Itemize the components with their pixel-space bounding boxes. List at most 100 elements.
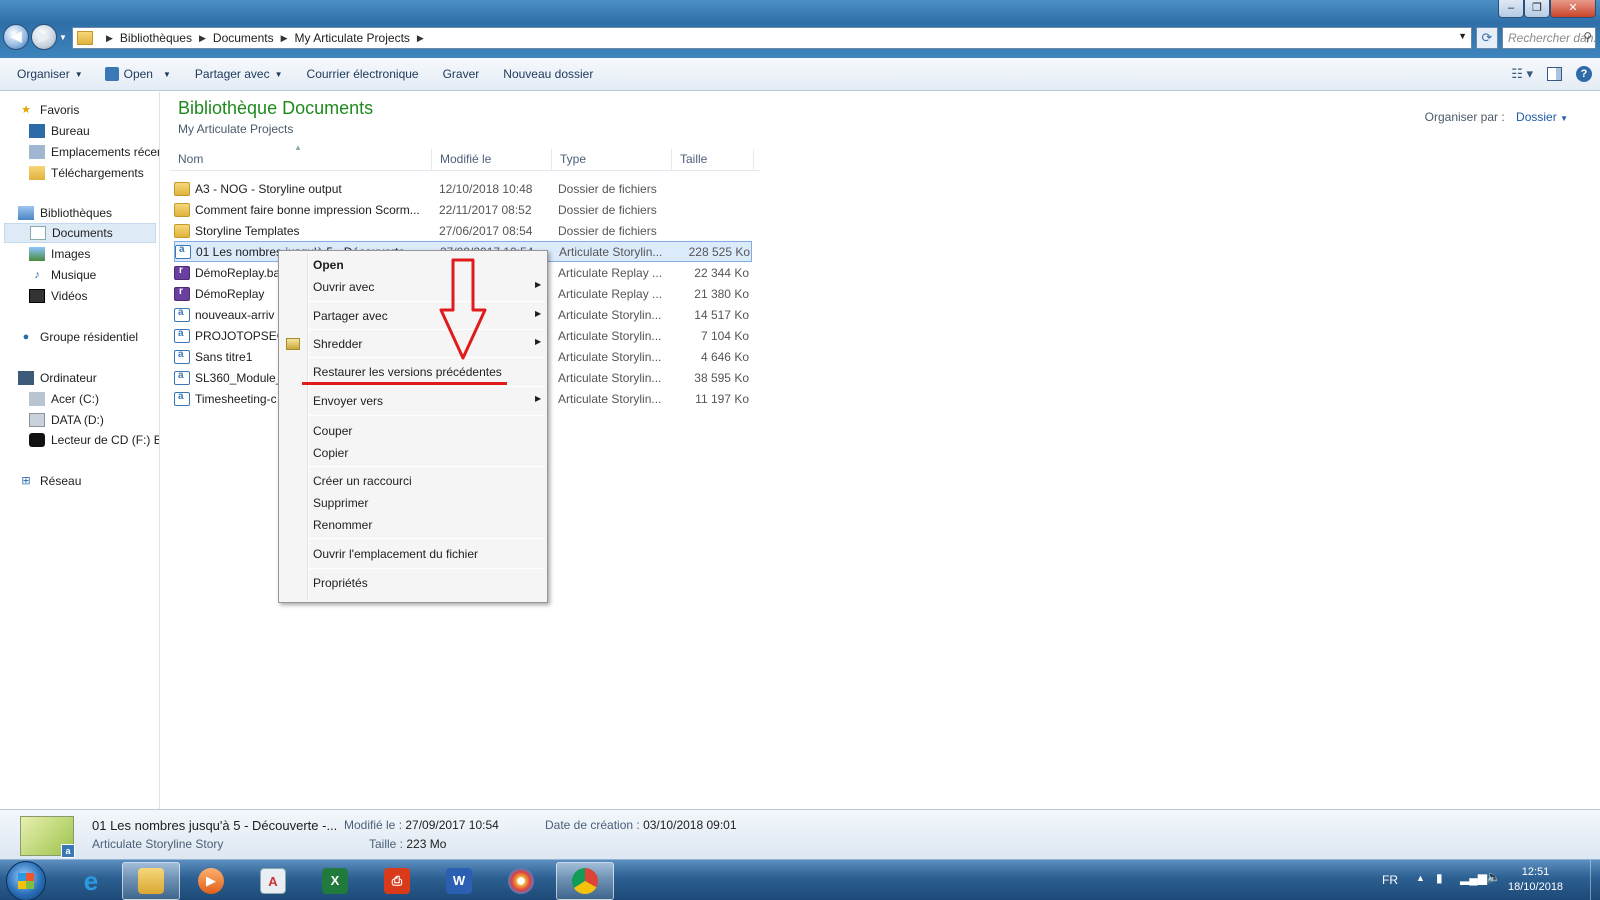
sidebar-item-network[interactable]: ⊞ Réseau (18, 471, 159, 491)
taskbar-excel[interactable]: X (306, 862, 364, 900)
clock[interactable]: 12:51 18/10/2018 (1508, 865, 1563, 895)
sidebar-item-documents[interactable]: Documents (4, 223, 156, 243)
sidebar-item-drive-c[interactable]: Acer (C:) (29, 389, 159, 409)
annotation-underline (302, 382, 507, 385)
table-row[interactable]: Comment faire bonne impression Scorm... 2… (174, 199, 752, 220)
sidebar-item-videos[interactable]: Vidéos (29, 286, 159, 306)
file-type: Articulate Storylin... (558, 391, 662, 406)
volume-icon[interactable]: 🔈 (1486, 870, 1501, 884)
table-row[interactable]: A3 - NOG - Storyline output 12/10/2018 10… (174, 178, 752, 199)
menu-item-open-file-location[interactable]: Ouvrir l'emplacement du fichier (313, 547, 478, 561)
taskbar-chrome[interactable] (556, 862, 614, 900)
breadcrumb-libraries[interactable]: Bibliothèques (120, 31, 192, 45)
submenu-arrow-icon: ▶ (535, 337, 542, 346)
chevron-right-icon[interactable]: ▶ (281, 33, 288, 44)
breadcrumb-documents[interactable]: Documents (213, 31, 274, 45)
table-row[interactable]: Storyline Templates 27/06/2017 08:54 Dossi… (174, 220, 752, 241)
sidebar-item-homegroup[interactable]: ● Groupe résidentiel (18, 327, 159, 347)
recent-pages-icon[interactable]: ▼ (59, 33, 67, 42)
language-indicator[interactable]: FR (1382, 873, 1398, 887)
forward-button[interactable]: ▶ (31, 24, 57, 50)
sidebar-item-images[interactable]: Images (29, 244, 159, 264)
start-button[interactable] (6, 861, 46, 900)
sidebar-item-recent[interactable]: Emplacements récents (29, 142, 159, 162)
menu-item-rename[interactable]: Renommer (313, 518, 372, 532)
breadcrumb-projects[interactable]: My Articulate Projects (295, 31, 410, 45)
close-button[interactable]: ✕ (1550, 0, 1596, 18)
taskbar-media-player[interactable]: ▶ (182, 862, 240, 900)
file-type: Articulate Replay ... (558, 286, 663, 301)
open-button[interactable]: Open ▼ (104, 67, 171, 81)
sidebar-label: Bureau (51, 124, 90, 138)
menu-item-create-shortcut[interactable]: Créer un raccourci (313, 474, 412, 488)
sidebar-item-downloads[interactable]: Téléchargements (29, 163, 159, 183)
taskbar-paint[interactable] (492, 862, 550, 900)
organize-button[interactable]: Organiser ▼ (17, 67, 83, 81)
sidebar-item-libraries[interactable]: Bibliothèques (18, 203, 159, 223)
taskbar-pdf[interactable]: ⎙ (368, 862, 426, 900)
column-size[interactable]: Taille (672, 149, 754, 170)
minimize-button[interactable]: – (1498, 0, 1524, 18)
menu-item-copy[interactable]: Copier (313, 446, 348, 460)
sidebar-item-drive-f[interactable]: Lecteur de CD (F:) BD (29, 430, 159, 450)
maximize-button[interactable]: ❐ (1524, 0, 1550, 18)
sidebar-item-music[interactable]: ♪ Musique (29, 265, 159, 285)
show-desktop-button[interactable] (1590, 860, 1600, 900)
email-button[interactable]: Courrier électronique (307, 67, 419, 81)
taskbar-explorer[interactable] (122, 862, 180, 900)
menu-item-send-to[interactable]: Envoyer vers ▶ (313, 394, 541, 408)
menu-item-shredder[interactable]: Shredder ▶ (313, 337, 541, 351)
menu-item-restore-previous-versions[interactable]: Restaurer les versions précédentes (313, 365, 502, 379)
chevron-right-icon[interactable]: ▶ (199, 33, 206, 44)
view-options-icon[interactable]: ☷ ▾ (1511, 66, 1533, 82)
menu-item-properties[interactable]: Propriétés (313, 576, 368, 590)
share-button[interactable]: Partager avec ▼ (195, 67, 283, 81)
file-type: Dossier de fichiers (558, 202, 657, 217)
sidebar-label: DATA (D:) (51, 413, 104, 427)
file-name: A3 - NOG - Storyline output (195, 181, 342, 196)
sidebar-item-computer[interactable]: Ordinateur (18, 368, 159, 388)
taskbar-ie[interactable]: e (62, 862, 120, 900)
share-label: Partager avec (194, 67, 270, 81)
arrange-dropdown[interactable]: Dossier ▼ (1516, 110, 1568, 124)
menu-separator (309, 386, 545, 387)
file-modified: 12/10/2018 10:48 (439, 181, 533, 196)
taskbar-word[interactable]: W (430, 862, 488, 900)
menu-item-open-with[interactable]: Ouvrir avec ▶ (313, 280, 541, 294)
sidebar-item-desktop[interactable]: Bureau (29, 121, 159, 141)
address-bar[interactable]: ▶ Bibliothèques ▶ Documents ▶ My Articul… (72, 27, 1472, 49)
new-folder-button[interactable]: Nouveau dossier (503, 67, 593, 81)
internet-explorer-icon: e (83, 866, 99, 896)
menu-item-share-with[interactable]: Partager avec ▶ (313, 309, 541, 323)
network-tray-icon[interactable]: ▮ (1436, 871, 1443, 885)
address-dropdown-icon[interactable]: ▼ (1458, 31, 1467, 41)
refresh-button[interactable]: ⟳ (1476, 27, 1498, 49)
file-size: 228 525 Ko (688, 244, 750, 259)
menu-item-open[interactable]: Open (313, 258, 344, 272)
sidebar-item-favorites[interactable]: ★ Favoris (18, 100, 159, 120)
chevron-right-icon[interactable]: ▶ (417, 33, 424, 44)
sidebar-item-drive-d[interactable]: DATA (D:) (29, 410, 159, 430)
images-icon (29, 247, 45, 261)
storyline-file-icon (174, 349, 190, 364)
signal-icon[interactable]: ▂▄▆ (1460, 871, 1487, 885)
burn-button[interactable]: Graver (443, 67, 480, 81)
column-type[interactable]: Type (552, 149, 672, 170)
computer-icon (18, 371, 34, 385)
column-modified[interactable]: Modifié le (432, 149, 552, 170)
menu-item-cut[interactable]: Couper (313, 424, 352, 438)
help-icon[interactable]: ? (1576, 66, 1592, 82)
chevron-down-icon: ▼ (162, 69, 171, 79)
column-name[interactable]: Nom ▲ (170, 143, 432, 170)
storyline-icon (104, 67, 119, 81)
menu-label: Shredder (313, 337, 363, 351)
search-icon[interactable]: ⚲ (1583, 30, 1592, 44)
menu-item-delete[interactable]: Supprimer (313, 496, 368, 510)
tray-expand-icon[interactable]: ▲ (1416, 873, 1425, 883)
chevron-right-icon[interactable]: ▶ (106, 33, 113, 44)
taskbar-articulate[interactable]: A (244, 862, 302, 900)
search-input[interactable]: Rechercher dan... ⚲ (1502, 27, 1596, 49)
preview-pane-icon[interactable] (1547, 67, 1562, 81)
back-button[interactable]: ◀ (3, 24, 29, 50)
documents-icon (30, 226, 46, 240)
